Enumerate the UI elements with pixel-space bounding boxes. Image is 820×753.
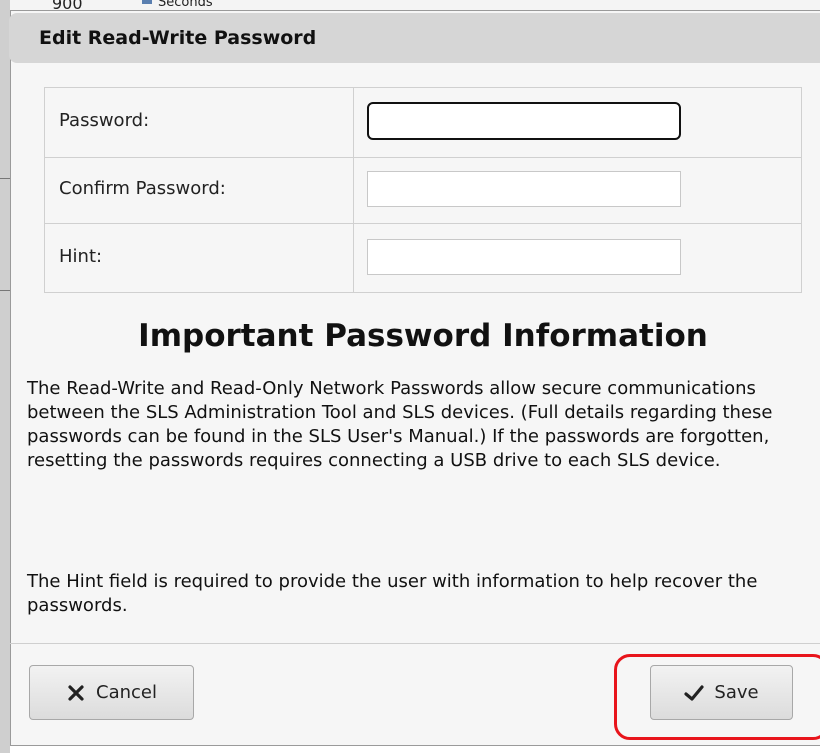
background-unit-select xyxy=(142,0,152,4)
password-label: Password: xyxy=(59,110,150,131)
cancel-button-label: Cancel xyxy=(96,682,157,703)
password-form: Password: Confirm Password: Hint: xyxy=(44,87,802,293)
password-input[interactable] xyxy=(367,102,681,140)
hint-row: Hint: xyxy=(45,224,801,292)
hint-input[interactable] xyxy=(367,239,681,275)
info-paragraph-1: The Read-Write and Read-Only Network Pas… xyxy=(27,378,773,471)
save-highlight-box xyxy=(614,654,820,740)
background-value: 900 xyxy=(52,0,83,10)
confirm-password-label: Confirm Password: xyxy=(59,178,226,199)
password-row: Password: xyxy=(45,88,801,158)
close-icon xyxy=(66,683,86,703)
info-heading: Important Password Information xyxy=(138,318,708,354)
dialog-title-bar[interactable]: Edit Read-Write Password xyxy=(9,13,820,63)
info-paragraph-2: The Hint field is required to provide th… xyxy=(27,571,758,616)
background-left-edge xyxy=(0,0,10,753)
confirm-password-input[interactable] xyxy=(367,171,681,207)
confirm-password-row: Confirm Password: xyxy=(45,158,801,224)
cancel-button[interactable]: Cancel xyxy=(29,665,194,720)
background-settings-strip: 900 Seconds xyxy=(0,0,820,10)
hint-label: Hint: xyxy=(59,246,103,267)
footer-divider xyxy=(10,643,820,644)
background-unit-label: Seconds xyxy=(158,0,213,10)
dialog-title: Edit Read-Write Password xyxy=(39,27,317,49)
